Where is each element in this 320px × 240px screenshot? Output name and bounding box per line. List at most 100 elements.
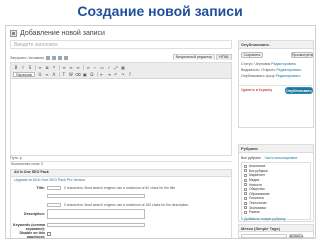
post-editor[interactable]: B I S ≡ ≣ ❝ ≡ ≡ ≡ ∞ ⌁ ▭ ✓ ⤢ ▦ Параграф U… [10,62,232,156]
upload-media-icon[interactable] [64,56,69,60]
seo-disable-label: Disable on this page/post: [19,231,45,239]
spellcheck-icon[interactable]: ✓ [106,65,112,70]
fullscreen-icon[interactable]: ⤢ [113,65,119,70]
save-draft-button[interactable]: Сохранить [241,52,263,58]
visibility-line: Видимость: Открыто Редактировать [241,68,301,72]
upload-audio-icon[interactable] [58,56,63,60]
tags-box: Метки (Simple Tags) Добавить [238,224,314,238]
add-category-link[interactable]: + Добавить новую рубрику [241,217,286,221]
slide-title: Создание новой записи [77,3,243,19]
word-count: Количество слов: 0 [10,161,232,167]
bold-icon[interactable]: B [13,65,19,70]
help-icon[interactable]: ? [127,72,133,77]
category-checkbox[interactable] [244,196,247,200]
seo-pack-box: All in One SEO Pack Upgrade to All in On… [10,169,232,239]
category-checkbox[interactable] [244,201,247,205]
upload-image-icon[interactable] [46,56,51,60]
seo-title-row: Title: 0 characters. Most search engines… [11,186,176,190]
seo-pack-title: All in One SEO Pack [11,170,231,177]
category-checkbox[interactable] [244,178,247,182]
outdent-icon[interactable]: ⇤ [99,72,105,77]
trash-link[interactable]: Удалить в Корзину [241,88,272,92]
seo-title-counter [47,186,61,190]
tab-popular-categories[interactable]: Часто используемые [264,156,297,160]
upload-row: Загрузить / вставить Визуальный редактор… [10,54,232,62]
justify-icon[interactable]: ≡ [44,72,50,77]
seo-title-label: Title: [36,186,45,190]
numbered-list-icon[interactable]: ≣ [44,65,50,70]
category-item[interactable]: Разное [244,210,308,215]
blockquote-icon[interactable]: ❝ [51,65,57,70]
more-tag-icon[interactable]: ▭ [99,65,105,70]
category-checkbox[interactable] [244,210,247,214]
toolbar-separator [59,65,60,70]
schedule-edit-link[interactable]: Редактировать [276,74,301,78]
seo-description-field-row: Description: [11,209,145,219]
align-center-icon[interactable]: ≡ [68,65,74,70]
seo-title-input[interactable] [47,194,145,198]
toolbar-row-2: Параграф U ≡ A T W ⌫ ▣ Ω ⇤ ⇥ ↶ ↷ ? [13,71,229,78]
page-heading: Добавление новой записи [20,29,105,37]
tags-input[interactable] [241,234,287,238]
category-list: Аналитика Без рубрики Маркетинг Медиа Но… [241,162,311,220]
add-tag-button[interactable]: Добавить [289,234,303,238]
redo-icon[interactable]: ↷ [120,72,126,77]
link-icon[interactable]: ∞ [85,65,91,70]
wordpress-editor-screenshot: Добавление новой записи Введите заголово… [5,25,316,239]
schedule-line: Опубликовать сразу Редактировать [241,74,300,78]
post-icon [10,29,17,37]
seo-keywords-input[interactable] [47,223,145,227]
seo-upgrade-link[interactable]: Upgrade to All in One SEO Pack Pro Versi… [11,178,231,182]
unlink-icon[interactable]: ⌁ [92,65,98,70]
seo-disable-checkbox[interactable] [47,231,51,236]
underline-icon[interactable]: U [37,72,43,77]
category-checkbox[interactable] [244,164,247,168]
preview-button[interactable]: Просмотреть [291,52,313,58]
strikethrough-icon[interactable]: S [27,65,33,70]
seo-description-input[interactable] [47,209,145,219]
publish-box-title: Опубликовать [239,41,313,49]
seo-description-counter [47,203,61,207]
align-right-icon[interactable]: ≡ [75,65,81,70]
tags-title: Метки (Simple Tags) [239,225,313,232]
tab-html[interactable]: HTML [216,54,232,60]
text-color-icon[interactable]: A [51,72,57,77]
status-line: Статус: Черновик Редактировать [241,62,296,66]
tab-visual[interactable]: Визуальный редактор [172,54,216,60]
status-edit-link[interactable]: Редактировать [271,62,296,66]
category-checkbox[interactable] [244,206,247,210]
kitchen-sink-icon[interactable]: ▦ [120,65,126,70]
seo-description-label: Description: [24,212,45,216]
seo-description-hint: 0 characters. Most search engines use a … [64,203,190,207]
category-checkbox[interactable] [244,169,247,173]
categories-title: Рубрики [239,145,313,153]
align-left-icon[interactable]: ≡ [61,65,67,70]
toolbar-separator [96,72,98,77]
toolbar-separator [58,72,60,77]
status-text: Статус: Черновик [241,62,271,66]
italic-icon[interactable]: I [20,65,26,70]
bullet-list-icon[interactable]: ≡ [37,65,43,70]
schedule-text: Опубликовать сразу [241,74,275,78]
seo-description-row: 0 characters. Most search engines use a … [11,203,189,207]
char-map-icon[interactable]: Ω [89,72,95,77]
post-title-input[interactable]: Введите заголовок [10,40,232,49]
publish-button[interactable]: Опубликовать [285,87,313,94]
undo-icon[interactable]: ↶ [113,72,119,77]
category-checkbox[interactable] [244,192,247,196]
seo-disable-row: Disable on this page/post: [11,231,51,239]
paste-word-icon[interactable]: W [68,72,74,77]
category-checkbox[interactable] [244,187,247,191]
media-icon[interactable]: ▣ [82,72,88,77]
toolbar-separator [35,65,36,70]
visibility-edit-link[interactable]: Редактировать [277,68,302,72]
category-checkbox[interactable] [244,183,247,187]
upload-video-icon[interactable] [52,56,57,60]
upload-label: Загрузить / вставить [10,55,45,60]
tab-all-categories[interactable]: Все рубрики [241,156,260,160]
paste-text-icon[interactable]: T [61,72,67,77]
category-checkbox[interactable] [244,173,247,177]
indent-icon[interactable]: ⇥ [106,72,112,77]
format-select[interactable]: Параграф [13,72,35,77]
clear-format-icon[interactable]: ⌫ [75,72,81,77]
